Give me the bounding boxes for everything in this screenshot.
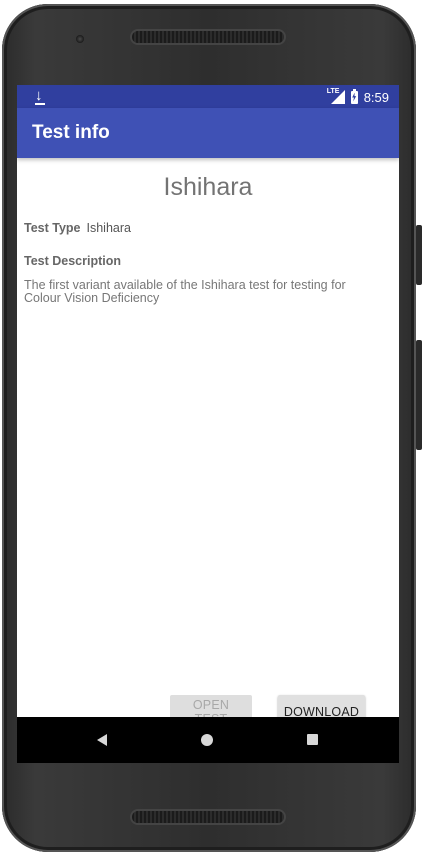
test-description-label: Test Description: [24, 254, 122, 268]
status-icons: LTE 8:59: [326, 88, 389, 106]
status-time: 8:59: [363, 89, 389, 105]
test-type-value: Ishihara: [86, 221, 131, 235]
recents-icon[interactable]: [307, 734, 318, 745]
home-icon[interactable]: [201, 734, 213, 746]
front-camera-icon: [76, 35, 84, 43]
status-bar: ↓ LTE 8:59: [17, 85, 399, 108]
page-title: Test info: [32, 122, 110, 143]
test-type-row: Test Type Ishihara: [24, 220, 131, 236]
lte-signal-icon: LTE: [326, 88, 345, 104]
network-type-label: LTE: [326, 88, 340, 95]
battery-charging-icon: [350, 88, 358, 104]
volume-button: [416, 340, 422, 450]
earpiece-speaker: [132, 31, 284, 43]
app-bar: Test info: [17, 108, 399, 158]
power-button: [416, 225, 422, 285]
back-icon[interactable]: [97, 734, 107, 746]
test-description-text: The first variant available of the Ishih…: [24, 278, 346, 305]
navigation-bar: [17, 717, 399, 763]
test-type-label: Test Type: [24, 221, 81, 235]
bottom-speaker: [132, 811, 284, 823]
test-name-heading: Ishihara: [163, 173, 253, 201]
device-screen: ↓ LTE 8:59 Test info Ishihara Test Type I…: [17, 85, 399, 763]
download-icon-underline: [35, 103, 45, 105]
